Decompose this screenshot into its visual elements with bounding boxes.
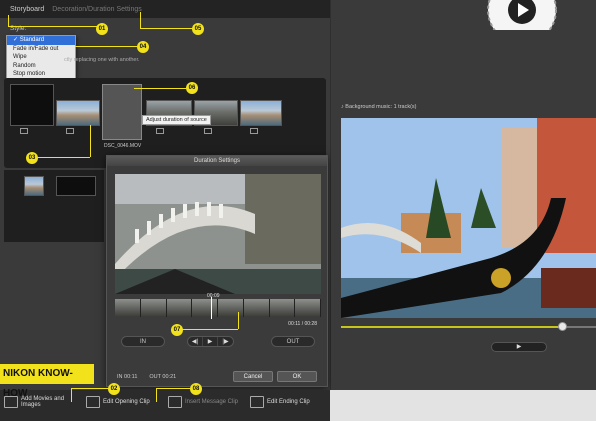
- preview-panel: ♪ Background music: 1 track(s) ▶: [331, 0, 596, 390]
- in-out-readout: IN 00:11 OUT 00:21: [117, 374, 176, 380]
- set-in-button[interactable]: IN: [121, 336, 165, 347]
- style-hint: ctly replacing one with another.: [64, 57, 140, 63]
- clip-thumb[interactable]: [24, 176, 44, 196]
- preview-seek-progress: [341, 326, 563, 328]
- callout-line: [71, 388, 108, 389]
- cancel-button[interactable]: Cancel: [233, 371, 273, 382]
- bottom-area: Add Movies and Images Edit Opening Clip …: [0, 390, 596, 421]
- selected-clip[interactable]: [102, 84, 142, 140]
- callout-line: [71, 388, 72, 402]
- film-icon: [250, 128, 258, 134]
- app-window: Storyboard Decoration/Duration Settings …: [0, 0, 596, 421]
- callout-line: [75, 46, 137, 47]
- callout-05: 05: [192, 23, 204, 35]
- timeline-frame: [269, 299, 296, 317]
- tab-decoration-duration[interactable]: Decoration/Duration Settings: [52, 6, 142, 13]
- main-preview: [341, 118, 596, 318]
- film-reel-badge: [476, 0, 576, 45]
- timeline-frame: [243, 299, 270, 317]
- add-movies-label: Add Movies and Images: [21, 396, 65, 408]
- callout-04: 04: [137, 41, 149, 53]
- background-music-label[interactable]: ♪ Background music: 1 track(s): [341, 104, 417, 110]
- selected-clip-filename: DSC_0046.MOV: [104, 143, 142, 149]
- style-option-random[interactable]: Random: [7, 62, 75, 71]
- message-clip-icon: [168, 396, 182, 408]
- style-option-fade[interactable]: Fade in/Fade out: [7, 45, 75, 54]
- seek-knob[interactable]: [558, 322, 567, 331]
- film-icon: [66, 128, 74, 134]
- edit-ending-clip-label: Edit Ending Clip: [267, 399, 310, 405]
- style-option-standard[interactable]: ✓ Standard: [7, 36, 75, 45]
- preview-seek-remaining: [563, 326, 596, 328]
- callout-08: 08: [190, 383, 202, 395]
- playback-controls: ◀| ▶ |▶: [187, 336, 234, 347]
- callout-02: 02: [108, 383, 120, 395]
- clip-thumb[interactable]: [240, 100, 282, 126]
- step-forward-button[interactable]: |▶: [218, 337, 233, 346]
- duration-tooltip: Adjust duration of source: [142, 115, 211, 125]
- bottom-toolbar: Add Movies and Images Edit Opening Clip …: [0, 390, 330, 421]
- callout-07: 07: [171, 324, 183, 336]
- edit-ending-clip-button[interactable]: Edit Ending Clip: [250, 396, 310, 408]
- secondary-clip-strip: [4, 170, 104, 242]
- ending-clip-icon: [250, 396, 264, 408]
- callout-06: 06: [186, 82, 198, 94]
- callout-line: [90, 125, 91, 157]
- top-tabs: Storyboard Decoration/Duration Settings: [0, 0, 330, 18]
- bridge-photo: [115, 174, 321, 294]
- frame-timeline[interactable]: [115, 299, 321, 317]
- edit-opening-clip-label: Edit Opening Clip: [103, 399, 150, 405]
- duration-settings-dialog: Duration Settings 00:09 00:11 / 00:28 IN…: [106, 155, 328, 387]
- callout-line: [8, 26, 98, 27]
- timeline-frame: [140, 299, 167, 317]
- callout-line: [156, 388, 157, 402]
- preview-play-button[interactable]: ▶: [491, 342, 547, 352]
- film-icon: [204, 128, 212, 134]
- film-icon: [20, 128, 28, 134]
- callout-line: [8, 15, 9, 26]
- play-reel-icon: [487, 0, 557, 45]
- step-back-button[interactable]: ◀|: [188, 337, 203, 346]
- callout-line: [140, 12, 141, 28]
- clip-video-preview: [115, 174, 321, 294]
- callout-03: 03: [26, 152, 38, 164]
- callout-line: [140, 28, 192, 29]
- in-time: IN 00:11: [117, 374, 138, 380]
- callout-line: [238, 312, 239, 329]
- play-button[interactable]: ▶: [203, 337, 218, 346]
- callout-line: [134, 88, 186, 89]
- timeline-frame: [166, 299, 193, 317]
- timeline-frame: [192, 299, 218, 317]
- clip-thumb[interactable]: [56, 176, 96, 196]
- timeline-frame: [218, 299, 244, 317]
- tab-storyboard[interactable]: Storyboard: [10, 6, 44, 13]
- callout-01: 01: [96, 23, 108, 35]
- clip-thumb[interactable]: [56, 100, 100, 126]
- set-out-button[interactable]: OUT: [271, 336, 315, 347]
- timeline-frame: [115, 299, 141, 317]
- venice-photo: [341, 118, 596, 318]
- dialog-title: Duration Settings: [107, 156, 327, 166]
- callout-line: [182, 329, 238, 330]
- brand-tag: NIKON KNOW-HOW: [0, 364, 94, 399]
- timeline-playhead[interactable]: [211, 297, 212, 319]
- out-time: OUT 00:21: [149, 374, 177, 380]
- callout-line: [38, 157, 90, 158]
- ok-button[interactable]: OK: [277, 371, 317, 382]
- opening-clip-icon: [86, 396, 100, 408]
- insert-message-clip-label: Insert Message Clip: [185, 399, 239, 405]
- insert-message-clip-button[interactable]: Insert Message Clip: [168, 396, 238, 408]
- callout-line: [156, 388, 190, 389]
- clip-thumb[interactable]: [10, 84, 54, 126]
- time-position: 00:11 / 00:28: [288, 321, 317, 327]
- edit-opening-clip-button[interactable]: Edit Opening Clip: [86, 396, 150, 408]
- film-icon: [156, 128, 164, 134]
- timeline-frame: [295, 299, 321, 317]
